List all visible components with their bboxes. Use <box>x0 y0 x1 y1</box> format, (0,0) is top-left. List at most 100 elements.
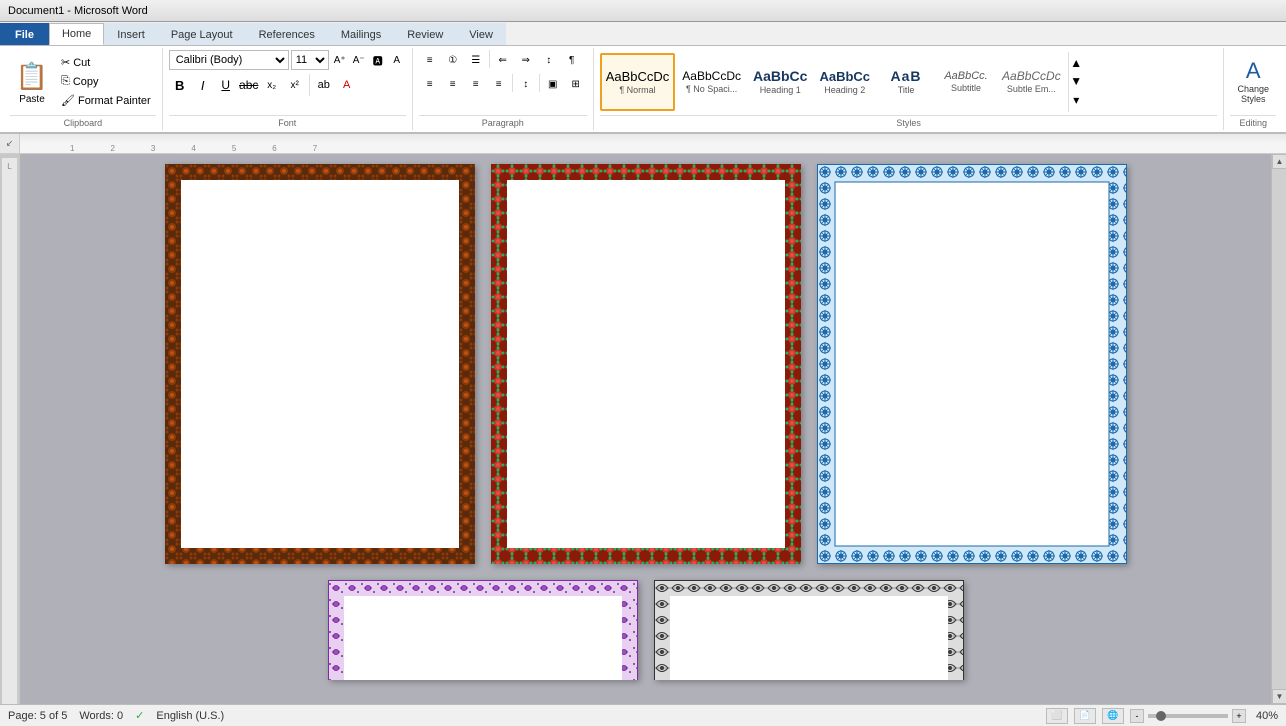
style-title[interactable]: AaB Title <box>877 53 935 111</box>
tab-file[interactable]: File <box>0 23 49 45</box>
tab-home[interactable]: Home <box>49 23 104 45</box>
underline-button[interactable]: U <box>215 74 237 96</box>
justify-button[interactable]: ≡ <box>488 74 510 94</box>
bullets-button[interactable]: ≡ <box>419 50 441 70</box>
change-styles-button[interactable]: A ChangeStyles <box>1230 55 1276 109</box>
line-spacing-button[interactable]: ↕ <box>515 74 537 94</box>
copy-icon: ⎘ <box>61 75 70 88</box>
bold-button[interactable]: B <box>169 74 191 96</box>
clipboard-group-label: Clipboard <box>10 115 156 128</box>
styles-scroll[interactable]: ▲ ▼ ▾ <box>1068 52 1084 112</box>
style-subtle-em[interactable]: AaBbCcDc Subtle Em... <box>997 53 1066 111</box>
document-page-5 <box>654 580 964 680</box>
clear-format-button[interactable]: 🅰 <box>369 50 387 70</box>
align-right-button[interactable]: ≡ <box>465 74 487 94</box>
style-normal[interactable]: AaBbCcDc ¶ Normal <box>600 53 676 111</box>
font-top-row: Calibri (Body) 11 A⁺ A⁻ 🅰 A <box>169 50 406 70</box>
page1-svg <box>165 164 475 564</box>
style-normal-preview: AaBbCcDc <box>606 69 670 84</box>
style-heading1[interactable]: AaBbCc Heading 1 <box>748 53 812 111</box>
style-subtle-preview: AaBbCcDc <box>1002 69 1061 83</box>
document-page-3 <box>817 164 1127 564</box>
style-heading2[interactable]: AaBbCc Heading 2 <box>814 53 875 111</box>
tab-view[interactable]: View <box>456 23 506 45</box>
multilevel-list-button[interactable]: ☰ <box>465 50 487 70</box>
vertical-ruler: L <box>2 158 18 704</box>
document-page-4 <box>328 580 638 680</box>
text-highlight-button[interactable]: ab <box>313 74 335 96</box>
style-no-spacing[interactable]: AaBbCcDc ¶ No Spaci... <box>677 53 746 111</box>
format-painter-button[interactable]: 🖌 Format Painter <box>56 92 156 110</box>
clipboard-group: 📋 Paste ✂ Cut ⎘ Copy 🖌 Format Painter Cl… <box>4 48 163 130</box>
shading-button[interactable]: ▣ <box>542 74 564 94</box>
styles-content: AaBbCcDc ¶ Normal AaBbCcDc ¶ No Spaci...… <box>600 50 1218 113</box>
change-styles-group: A ChangeStyles Editing <box>1224 48 1282 130</box>
font-color-button[interactable]: A <box>336 74 358 96</box>
style-expand-icon: ▾ <box>1073 93 1079 107</box>
italic-button[interactable]: I <box>192 74 214 96</box>
text-effects-button[interactable]: A <box>388 50 406 70</box>
paste-button[interactable]: 📋 Paste <box>10 52 54 112</box>
tab-review[interactable]: Review <box>394 23 456 45</box>
print-layout-button[interactable]: ⬜ <box>1046 708 1068 724</box>
show-paragraph-button[interactable]: ¶ <box>561 50 583 70</box>
paragraph-group: ≡ ① ☰ ⇐ ⇒ ↕ ¶ ≡ ≡ ≡ ≡ ↕ ▣ ⊞ Paragraph <box>413 48 594 130</box>
change-styles-content: A ChangeStyles <box>1230 50 1276 113</box>
increase-font-size-button[interactable]: A⁺ <box>331 50 349 70</box>
cut-icon: ✂ <box>61 56 70 69</box>
para-top-row: ≡ ① ☰ ⇐ ⇒ ↕ ¶ <box>419 50 583 70</box>
pages-container <box>40 164 1251 680</box>
subscript-button[interactable]: x₂ <box>261 74 283 96</box>
app-title: Document1 - Microsoft Word <box>8 5 148 17</box>
web-layout-button[interactable]: 🌐 <box>1102 708 1124 724</box>
scroll-up-button[interactable]: ▲ <box>1272 154 1286 169</box>
format-painter-icon: 🖌 <box>61 94 75 107</box>
decrease-font-size-button[interactable]: A⁻ <box>350 50 368 70</box>
ribbon: 📋 Paste ✂ Cut ⎘ Copy 🖌 Format Painter Cl… <box>0 46 1286 134</box>
scroll-track <box>1272 169 1286 689</box>
tab-page-layout[interactable]: Page Layout <box>158 23 246 45</box>
ruler-corner[interactable]: ↙ <box>0 134 20 154</box>
change-styles-label: ChangeStyles <box>1237 84 1269 104</box>
page3-svg <box>817 164 1127 564</box>
word-count: Words: 0 <box>79 710 123 722</box>
paste-label: Paste <box>19 94 45 105</box>
style-h1-preview: AaBbCc <box>753 68 807 84</box>
scroll-area[interactable] <box>20 154 1271 704</box>
cut-button[interactable]: ✂ Cut <box>56 54 156 72</box>
sort-button[interactable]: ↕ <box>538 50 560 70</box>
paragraph-group-label: Paragraph <box>419 115 587 128</box>
borders-button[interactable]: ⊞ <box>565 74 587 94</box>
zoom-slider[interactable] <box>1148 714 1228 718</box>
scroll-down-button[interactable]: ▼ <box>1272 689 1286 704</box>
status-right: ⬜ 📄 🌐 - + 40% <box>1046 708 1278 724</box>
style-subtitle[interactable]: AaBbCc. Subtitle <box>937 53 995 111</box>
style-nospace-preview: AaBbCcDc <box>682 69 741 83</box>
superscript-button[interactable]: x² <box>284 74 306 96</box>
right-scrollbar: ▲ ▼ <box>1271 154 1286 704</box>
page5-svg <box>654 580 964 680</box>
copy-button[interactable]: ⎘ Copy <box>56 73 156 91</box>
align-left-button[interactable]: ≡ <box>419 74 441 94</box>
increase-indent-button[interactable]: ⇒ <box>515 50 537 70</box>
style-subtitle-preview: AaBbCc. <box>944 70 987 82</box>
page4-svg <box>328 580 638 680</box>
zoom-in-button[interactable]: + <box>1232 709 1246 723</box>
pages-row-1 <box>165 164 1127 564</box>
full-reading-button[interactable]: 📄 <box>1074 708 1096 724</box>
decrease-indent-button[interactable]: ⇐ <box>492 50 514 70</box>
tab-mailings[interactable]: Mailings <box>328 23 394 45</box>
style-down-icon: ▼ <box>1070 74 1082 88</box>
para-bottom-row: ≡ ≡ ≡ ≡ ↕ ▣ ⊞ <box>419 74 587 94</box>
font-size-select[interactable]: 11 <box>291 50 329 70</box>
status-bar: Page: 5 of 5 Words: 0 ✓ English (U.S.) ⬜… <box>0 704 1286 726</box>
font-family-select[interactable]: Calibri (Body) <box>169 50 289 70</box>
strikethrough-button[interactable]: abc <box>238 74 260 96</box>
tab-references[interactable]: References <box>246 23 328 45</box>
align-center-button[interactable]: ≡ <box>442 74 464 94</box>
tab-insert[interactable]: Insert <box>104 23 158 45</box>
numbering-button[interactable]: ① <box>442 50 464 70</box>
status-left: Page: 5 of 5 Words: 0 ✓ English (U.S.) <box>8 709 224 722</box>
zoom-out-button[interactable]: - <box>1130 709 1144 723</box>
page2-svg <box>491 164 801 564</box>
